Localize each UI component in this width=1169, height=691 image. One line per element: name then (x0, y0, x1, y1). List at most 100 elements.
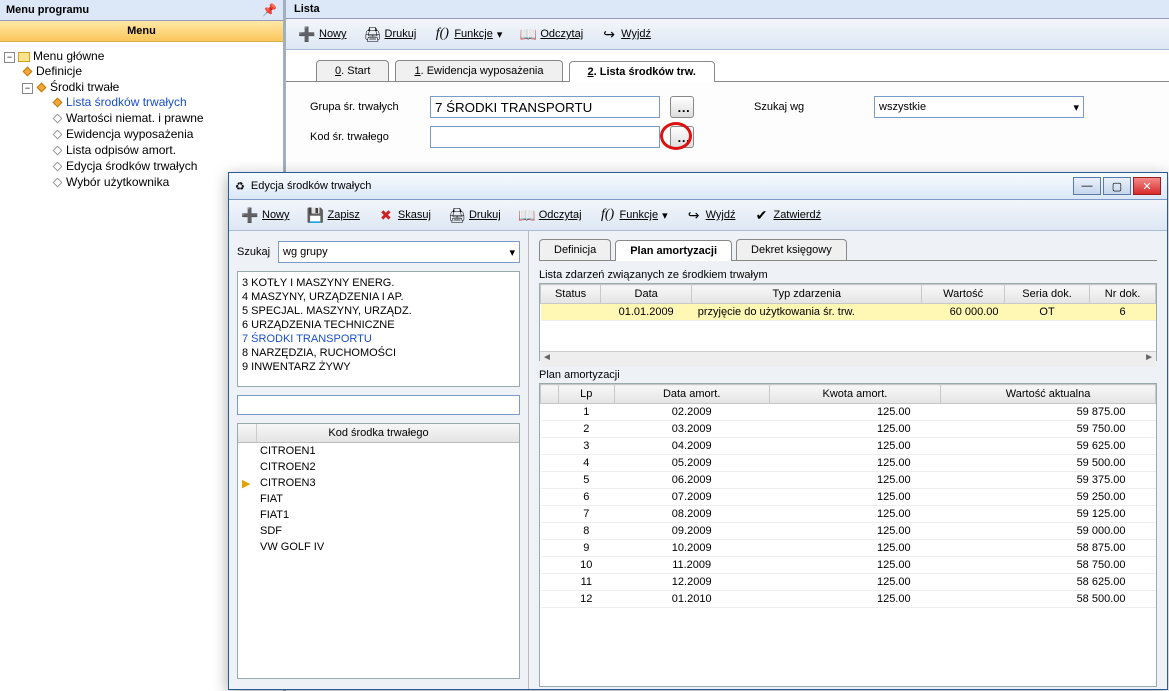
edit-dialog: ♻Edycja środków trwałych — ▢ ✕ ➕Nowy 💾Za… (228, 172, 1168, 690)
plan-col[interactable]: Data amort. (614, 385, 769, 404)
code-item[interactable]: CITROEN3 (238, 475, 519, 491)
grupa-browse-button[interactable]: … (670, 96, 694, 118)
maximize-button[interactable]: ▢ (1103, 177, 1131, 195)
events-col[interactable]: Status (541, 285, 601, 304)
main-tab[interactable]: 0. Start (316, 60, 389, 81)
sidebar-item[interactable]: Lista odpisów amort. (52, 142, 279, 158)
code-item[interactable]: SDF (238, 523, 519, 539)
dlg-zatwierdz-button[interactable]: ✔Zatwierdź (746, 204, 828, 226)
dlg-wyjdz-button[interactable]: ↪Wyjdź (679, 204, 743, 226)
tree-toggle-icon[interactable]: − (4, 52, 15, 63)
dlg-zapisz-button[interactable]: 💾Zapisz (301, 204, 367, 226)
events-col[interactable]: Wartość (922, 285, 1005, 304)
plan-row[interactable]: 708.2009125.0059 125.00 (541, 506, 1156, 523)
filter-pane: Grupa śr. trwałych … Szukaj wg wszystkie… (286, 82, 1169, 170)
diamond-icon (53, 146, 63, 156)
dialog-left-pane: Szukaj wg grupy 3 KOTŁY I MASZYNY ENERG.… (229, 231, 529, 689)
wyjdz-button[interactable]: ↪Wyjdź (594, 23, 658, 45)
plan-row[interactable]: 809.2009125.0059 000.00 (541, 523, 1156, 540)
group-list[interactable]: 3 KOTŁY I MASZYNY ENERG.4 MASZYNY, URZĄD… (237, 271, 520, 387)
code-list-header[interactable]: Kod środka trwałego (238, 424, 519, 443)
funkcje-button[interactable]: f()Funkcje▾ (427, 23, 509, 45)
main-tab[interactable]: 2. Lista środków trw. (569, 61, 715, 82)
code-item[interactable]: FIAT (238, 491, 519, 507)
plus-icon: ➕ (299, 26, 315, 42)
events-hscroll[interactable] (540, 351, 1156, 367)
dialog-titlebar[interactable]: ♻Edycja środków trwałych — ▢ ✕ (229, 173, 1167, 200)
group-item[interactable]: 9 INWENTARZ ŻYWY (240, 360, 517, 374)
plan-row[interactable]: 304.2009125.0059 625.00 (541, 438, 1156, 455)
plan-row[interactable]: 910.2009125.0058 875.00 (541, 540, 1156, 557)
kod-input[interactable] (430, 126, 660, 148)
group-item[interactable]: 3 KOTŁY I MASZYNY ENERG. (240, 276, 517, 290)
plan-col[interactable]: Kwota amort. (769, 385, 940, 404)
tree-toggle-icon[interactable]: − (22, 83, 33, 94)
events-row[interactable]: 01.01.2009przyjęcie do użytkowania śr. t… (541, 304, 1156, 321)
plus-icon: ➕ (242, 207, 258, 223)
plan-row[interactable]: 607.2009125.0059 250.00 (541, 489, 1156, 506)
events-col[interactable]: Nr dok. (1090, 285, 1156, 304)
diamond-icon (53, 130, 63, 140)
plan-col[interactable]: Wartość aktualna (941, 385, 1156, 404)
book-icon: 📖 (520, 26, 536, 42)
plan-row[interactable]: 1201.2010125.0058 500.00 (541, 591, 1156, 608)
group-filter-input[interactable] (237, 395, 520, 415)
diamond-icon (53, 178, 63, 188)
code-list-body[interactable]: CITROEN1CITROEN2CITROEN3FIATFIAT1SDFVW G… (238, 443, 519, 678)
dialog-tab[interactable]: Dekret księgowy (736, 239, 847, 260)
dlg-odczytaj-button[interactable]: 📖Odczytaj (512, 204, 589, 226)
main-toolbar: ➕Nowy 🖨Drukuj f()Funkcje▾ 📖Odczytaj ↪Wyj… (286, 19, 1169, 50)
sidebar-item[interactable]: Wartości niemat. i prawne (52, 110, 279, 126)
plan-grid[interactable]: LpData amort.Kwota amort.Wartość aktualn… (539, 383, 1157, 687)
group-item[interactable]: 6 URZĄDZENIA TECHNICZNE (240, 318, 517, 332)
nowy-button[interactable]: ➕Nowy (292, 23, 354, 45)
odczytaj-button[interactable]: 📖Odczytaj (513, 23, 590, 45)
pin-icon[interactable]: 📌 (262, 3, 277, 17)
dialog-tab[interactable]: Plan amortyzacji (615, 240, 732, 261)
close-button[interactable]: ✕ (1133, 177, 1161, 195)
code-list: Kod środka trwałego CITROEN1CITROEN2CITR… (237, 423, 520, 679)
code-item[interactable]: CITROEN2 (238, 459, 519, 475)
plan-col[interactable]: Lp (559, 385, 615, 404)
window-buttons: — ▢ ✕ (1073, 177, 1161, 195)
group-item[interactable]: 7 ŚRODKI TRANSPORTU (240, 332, 517, 346)
sidebar-title: Menu programu 📌 (0, 0, 283, 21)
diamond-icon (37, 83, 47, 93)
events-col[interactable]: Seria dok. (1005, 285, 1090, 304)
plan-row[interactable]: 1011.2009125.0058 750.00 (541, 557, 1156, 574)
events-col[interactable]: Data (601, 285, 692, 304)
plan-row[interactable]: 102.2009125.0059 875.00 (541, 404, 1156, 421)
sidebar-item[interactable]: Ewidencja wyposażenia (52, 126, 279, 142)
plan-row[interactable]: 203.2009125.0059 750.00 (541, 421, 1156, 438)
tree-node-definicje[interactable]: Definicje (22, 63, 279, 79)
minimize-button[interactable]: — (1073, 177, 1101, 195)
group-item[interactable]: 5 SPECJAL. MASZYNY, URZĄDZ. (240, 304, 517, 318)
dialog-tab[interactable]: Definicja (539, 239, 611, 260)
drukuj-button[interactable]: 🖨Drukuj (358, 23, 424, 45)
dlg-skasuj-button[interactable]: ✖Skasuj (371, 204, 438, 226)
group-item[interactable]: 4 MASZYNY, URZĄDZENIA I AP. (240, 290, 517, 304)
plan-row[interactable]: 1112.2009125.0058 625.00 (541, 574, 1156, 591)
code-item[interactable]: FIAT1 (238, 507, 519, 523)
grupa-input[interactable] (430, 96, 660, 118)
szukaj-combo[interactable]: wg grupy (278, 241, 520, 263)
sidebar-item[interactable]: Lista środków trwałych (52, 94, 279, 110)
dlg-funkcje-button[interactable]: f()Funkcje ▾ (593, 204, 675, 226)
szukaj-combo[interactable]: wszystkie (874, 96, 1084, 118)
dialog-right-pane: DefinicjaPlan amortyzacjiDekret księgowy… (529, 231, 1167, 689)
printer-icon: 🖨 (365, 26, 381, 42)
dropdown-icon: ▾ (497, 28, 503, 41)
code-item[interactable]: CITROEN1 (238, 443, 519, 459)
plan-row[interactable]: 506.2009125.0059 375.00 (541, 472, 1156, 489)
tree-root[interactable]: −Menu główne Definicje −Środki trwałe Li… (4, 48, 279, 192)
main-tab[interactable]: 1. Ewidencja wyposażenia (395, 60, 562, 81)
events-col[interactable]: Typ zdarzenia (692, 285, 922, 304)
dlg-nowy-button[interactable]: ➕Nowy (235, 204, 297, 226)
kod-browse-button[interactable]: … (670, 126, 694, 148)
kod-label: Kod śr. trwałego (310, 131, 420, 143)
plan-row[interactable]: 405.2009125.0059 500.00 (541, 455, 1156, 472)
code-item[interactable]: VW GOLF IV (238, 539, 519, 555)
dlg-drukuj-button[interactable]: 🖨Drukuj (442, 204, 508, 226)
events-grid[interactable]: StatusDataTyp zdarzeniaWartośćSeria dok.… (539, 283, 1157, 361)
group-item[interactable]: 8 NARZĘDZIA, RUCHOMOŚCI (240, 346, 517, 360)
